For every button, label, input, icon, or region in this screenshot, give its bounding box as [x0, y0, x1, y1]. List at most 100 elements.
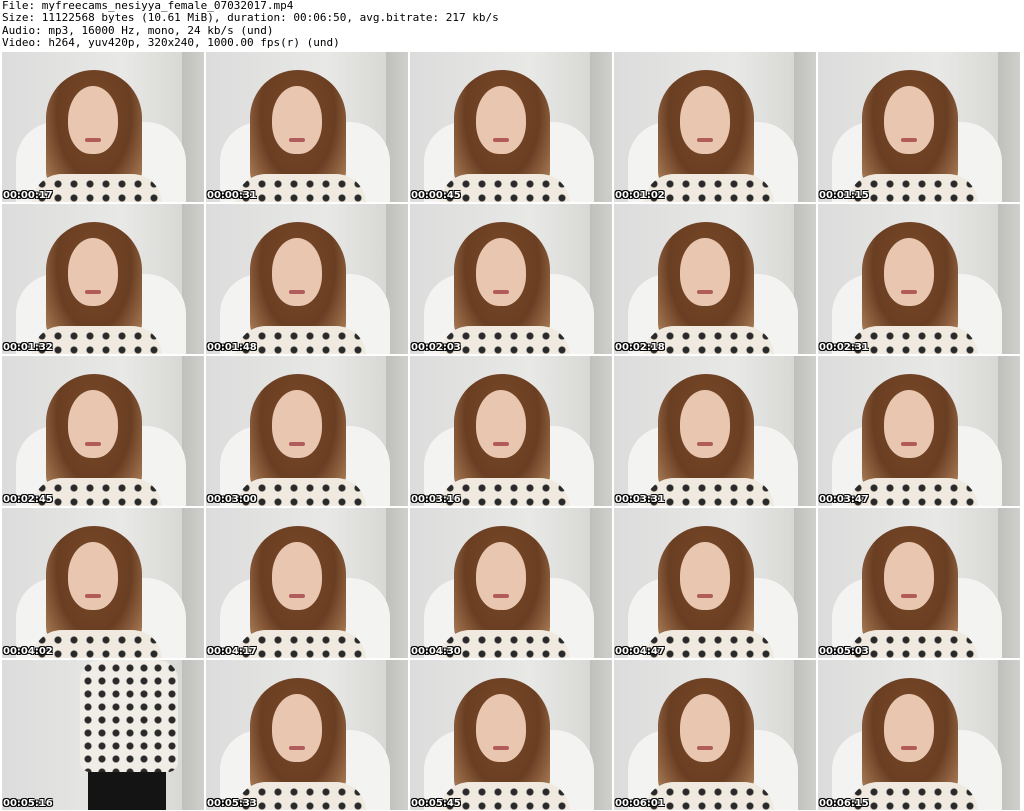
face — [272, 86, 322, 154]
video-thumbnail: 00:05:33 — [206, 660, 408, 810]
timestamp-label: 00:04:02 — [3, 646, 53, 657]
thumbnail-grid: 00:00:17 00:00:31 00:00:45 00:01:02 00:01:15… — [2, 52, 1020, 810]
face — [476, 542, 526, 610]
video-thumbnail: 00:02:18 — [614, 204, 816, 354]
mouth — [85, 138, 101, 142]
timestamp-label: 00:04:47 — [615, 646, 665, 657]
video-thumbnail: 00:06:15 — [818, 660, 1020, 810]
face — [884, 390, 934, 458]
timestamp-label: 00:03:31 — [615, 494, 665, 505]
video-thumbnail: 00:04:02 — [2, 508, 204, 658]
face — [272, 694, 322, 762]
timestamp-label: 00:05:33 — [207, 798, 257, 809]
video-thumbnail: 00:02:31 — [818, 204, 1020, 354]
face — [680, 86, 730, 154]
mouth — [901, 594, 917, 598]
video-thumbnail: 00:01:02 — [614, 52, 816, 202]
face — [476, 694, 526, 762]
timestamp-label: 00:01:48 — [207, 342, 257, 353]
timestamp-label: 00:02:18 — [615, 342, 665, 353]
timestamp-label: 00:04:30 — [411, 646, 461, 657]
video-thumbnail: 00:00:31 — [206, 52, 408, 202]
face — [68, 542, 118, 610]
video-thumbnail: 00:04:17 — [206, 508, 408, 658]
video-info: Video: h264, yuv420p, 320x240, 1000.00 f… — [2, 36, 340, 50]
timestamp-label: 00:00:17 — [3, 190, 53, 201]
mouth — [289, 594, 305, 598]
face — [884, 542, 934, 610]
leopard-top — [80, 660, 178, 772]
mouth — [901, 138, 917, 142]
timestamp-label: 00:01:15 — [819, 190, 869, 201]
mouth — [493, 290, 509, 294]
mouth — [289, 138, 305, 142]
video-thumbnail: 00:01:32 — [2, 204, 204, 354]
face — [680, 694, 730, 762]
face — [272, 238, 322, 306]
mouth — [697, 290, 713, 294]
video-thumbnail: 00:03:16 — [410, 356, 612, 506]
face — [476, 390, 526, 458]
timestamp-label: 00:04:17 — [207, 646, 257, 657]
mouth — [493, 138, 509, 142]
mouth — [901, 746, 917, 750]
mouth — [289, 290, 305, 294]
mouth — [697, 594, 713, 598]
video-thumbnail: 00:06:01 — [614, 660, 816, 810]
timestamp-label: 00:05:03 — [819, 646, 869, 657]
face — [680, 542, 730, 610]
video-thumbnail: 00:01:48 — [206, 204, 408, 354]
timestamp-label: 00:05:45 — [411, 798, 461, 809]
mouth — [493, 594, 509, 598]
face — [884, 694, 934, 762]
mouth — [85, 290, 101, 294]
face — [272, 390, 322, 458]
black-skirt — [88, 772, 166, 810]
video-thumbnail: 00:04:30 — [410, 508, 612, 658]
timestamp-label: 00:02:45 — [3, 494, 53, 505]
video-thumbnail: 00:00:45 — [410, 52, 612, 202]
mouth — [85, 594, 101, 598]
timestamp-label: 00:05:16 — [3, 798, 53, 809]
video-thumbnail: 00:03:00 — [206, 356, 408, 506]
face — [884, 238, 934, 306]
timestamp-label: 00:03:47 — [819, 494, 869, 505]
file-size: Size: 11122568 bytes (10.61 MiB), durati… — [2, 11, 499, 25]
timestamp-label: 00:06:15 — [819, 798, 869, 809]
mouth — [493, 442, 509, 446]
mouth — [697, 746, 713, 750]
face — [680, 238, 730, 306]
mouth — [901, 290, 917, 294]
timestamp-label: 00:02:03 — [411, 342, 461, 353]
mouth — [697, 138, 713, 142]
video-thumbnail: 00:03:47 — [818, 356, 1020, 506]
video-thumbnail: 00:05:03 — [818, 508, 1020, 658]
video-thumbnail: 00:05:16 — [2, 660, 204, 810]
video-thumbnail: 00:05:45 — [410, 660, 612, 810]
face — [68, 238, 118, 306]
timestamp-label: 00:03:00 — [207, 494, 257, 505]
mouth — [901, 442, 917, 446]
face — [476, 238, 526, 306]
timestamp-label: 00:06:01 — [615, 798, 665, 809]
face — [884, 86, 934, 154]
mouth — [697, 442, 713, 446]
face — [272, 542, 322, 610]
mouth — [493, 746, 509, 750]
face — [68, 390, 118, 458]
timestamp-label: 00:00:31 — [207, 190, 257, 201]
video-thumbnail: 00:02:45 — [2, 356, 204, 506]
timestamp-label: 00:03:16 — [411, 494, 461, 505]
mouth — [85, 442, 101, 446]
video-thumbnail: 00:04:47 — [614, 508, 816, 658]
timestamp-label: 00:00:45 — [411, 190, 461, 201]
face — [68, 86, 118, 154]
face — [476, 86, 526, 154]
file-info-header: File: myfreecams_nesiyya_female_07032017… — [2, 0, 1022, 50]
timestamp-label: 00:01:02 — [615, 190, 665, 201]
mouth — [289, 442, 305, 446]
video-thumbnail: 00:03:31 — [614, 356, 816, 506]
background-wall — [182, 660, 204, 810]
video-thumbnail: 00:00:17 — [2, 52, 204, 202]
timestamp-label: 00:02:31 — [819, 342, 869, 353]
